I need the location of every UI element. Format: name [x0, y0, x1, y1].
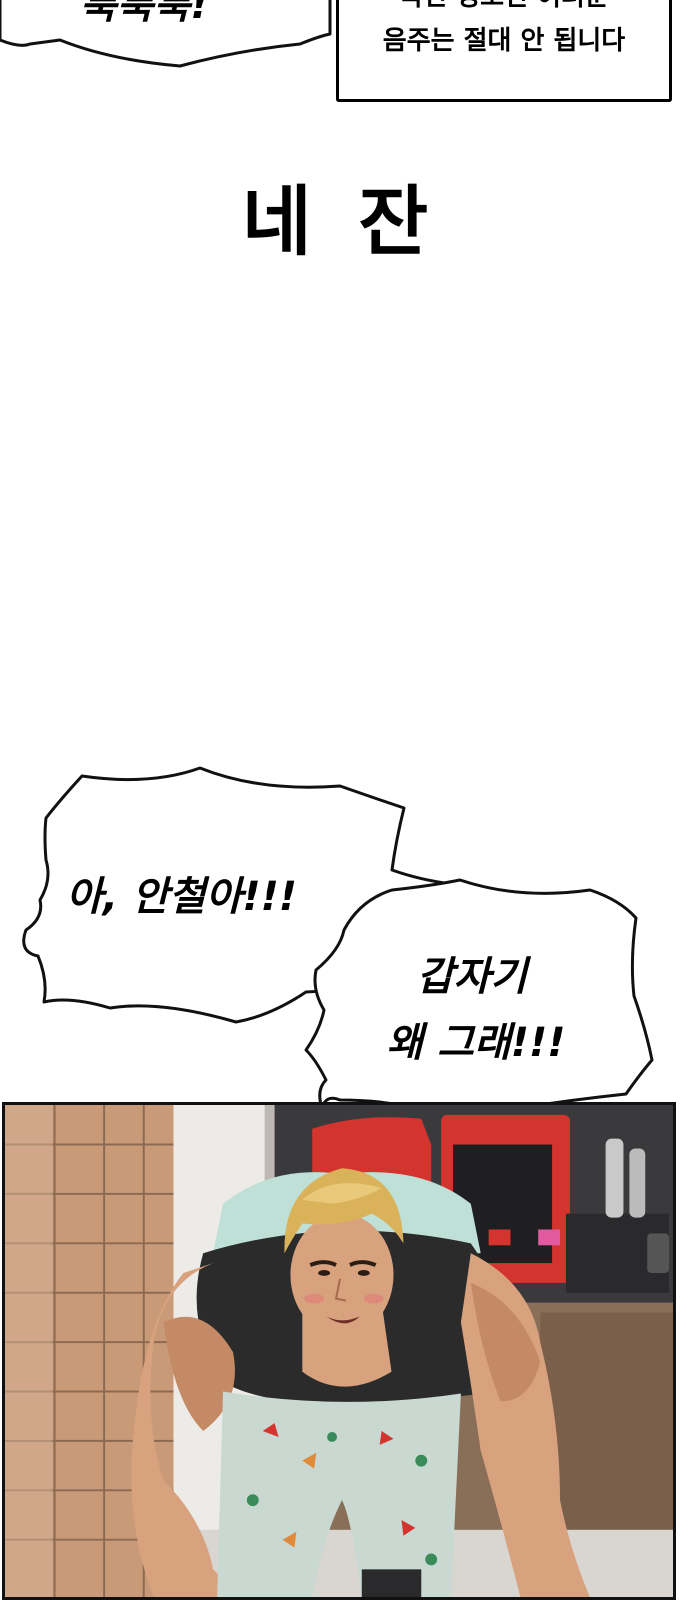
caption-line-1: 국민 영도인 여러분: [339, 0, 669, 13]
right-bubble-text-line-1: 갑자기: [416, 954, 528, 1000]
left-bubble-text: 아, 안철아!!!: [66, 874, 298, 920]
top-bubble-text: 툭툭툭!: [80, 0, 209, 28]
comic-page: 툭툭툭! 국민 영도인 여러분 음주는 절대 안 됩니다 네 잔 아, 안철아!…: [0, 0, 690, 1600]
comic-panel-illustration: [5, 1105, 673, 1597]
caption-line-2: 음주는 절대 안 됩니다: [382, 26, 626, 56]
right-bubble-text-line-2: 왜 그래!!!: [386, 1020, 566, 1066]
narration-text: 네 잔: [241, 177, 439, 266]
caption-box: 국민 영도인 여러분 음주는 절대 안 됩니다: [336, 0, 672, 102]
comic-panel: [2, 1102, 676, 1600]
